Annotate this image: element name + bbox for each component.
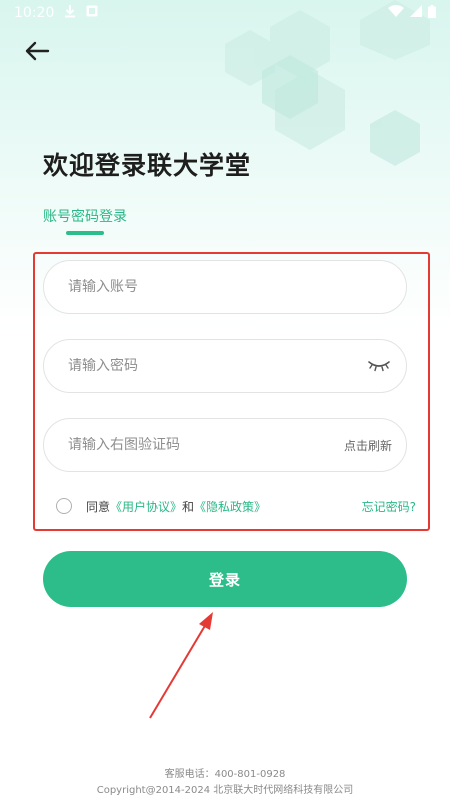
- notification-icon: [86, 5, 98, 21]
- tab-active-indicator: [66, 231, 104, 235]
- account-field: [43, 260, 407, 314]
- back-button[interactable]: [20, 38, 54, 68]
- login-button[interactable]: 登录: [43, 551, 407, 607]
- status-bar: 10:20: [0, 0, 450, 26]
- agreement-checkbox[interactable]: [56, 498, 72, 514]
- arrow-left-icon: [24, 41, 50, 65]
- password-field: [43, 339, 407, 393]
- agreement-prefix: 同意: [86, 499, 111, 514]
- footer: 客服电话：400-801-0928 Copyright@2014-2024 北京…: [0, 767, 450, 799]
- captcha-refresh-button[interactable]: 点击刷新: [344, 437, 392, 454]
- privacy-policy-link[interactable]: 《隐私政策》: [194, 498, 266, 515]
- eye-closed-icon[interactable]: [366, 356, 392, 376]
- tab-account-password-login[interactable]: 账号密码登录: [43, 206, 127, 226]
- status-time: 10:20: [14, 5, 55, 21]
- battery-icon: [428, 4, 436, 22]
- captcha-input[interactable]: [68, 437, 344, 453]
- captcha-field: 点击刷新: [43, 418, 407, 472]
- customer-service-phone: 客服电话：400-801-0928: [164, 769, 286, 780]
- copyright-text: Copyright@2014-2024 北京联大时代网络科技有限公司: [96, 785, 354, 796]
- signal-icon: [410, 5, 422, 21]
- agreement-row: 同意 《用户协议》 和 《隐私政策》 忘记密码?: [56, 496, 416, 516]
- wifi-icon: [388, 5, 404, 21]
- password-input[interactable]: [68, 358, 366, 374]
- download-icon: [64, 4, 76, 22]
- user-agreement-link[interactable]: 《用户协议》: [110, 498, 182, 515]
- page-title: 欢迎登录联大学堂: [43, 151, 252, 180]
- forgot-password-link[interactable]: 忘记密码?: [362, 498, 416, 515]
- agreement-and: 和: [182, 499, 195, 514]
- account-input[interactable]: [68, 279, 392, 295]
